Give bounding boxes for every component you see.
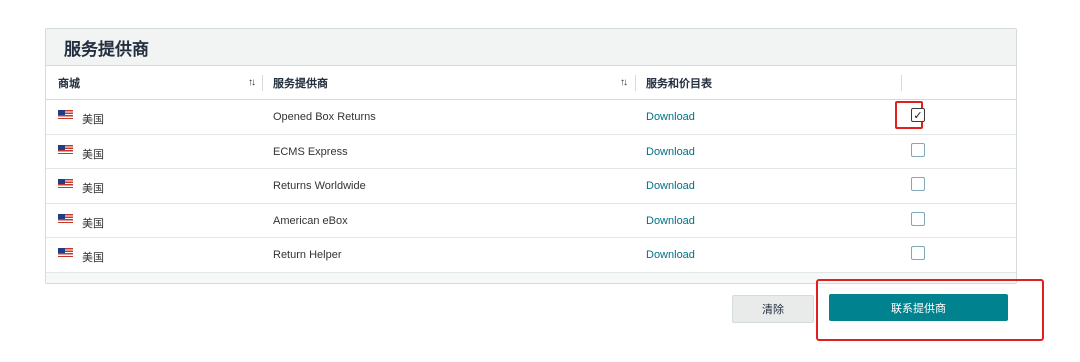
table-row: 美国 Return Helper Download — [46, 238, 1016, 273]
column-header-pricing: 服务和价目表 — [646, 77, 712, 90]
country-cell: 美国 — [82, 217, 104, 230]
column-header-marketplace: 商城 — [58, 77, 80, 90]
download-link[interactable]: Download — [646, 111, 695, 123]
download-link[interactable]: Download — [646, 215, 695, 227]
table-row: 美国 American eBox Download — [46, 204, 1016, 239]
check-mark-icon: ✓ — [913, 109, 923, 122]
table-row: 美国 Returns Worldwide Download — [46, 169, 1016, 204]
us-flag-icon — [58, 248, 73, 258]
country-cell: 美国 — [82, 252, 104, 265]
download-link[interactable]: Download — [646, 249, 695, 261]
table-header: 商城 ↑↓ 服务提供商 ↑↓ 服务和价目表 — [46, 66, 1016, 100]
sort-provider-icon[interactable]: ↑↓ — [620, 77, 628, 88]
provider-cell: American eBox — [273, 214, 348, 227]
download-link[interactable]: Download — [646, 180, 695, 192]
column-divider — [901, 75, 902, 91]
sort-marketplace-icon[interactable]: ↑↓ — [248, 77, 256, 88]
column-divider — [262, 75, 263, 91]
table-row: 美国 Opened Box Returns Download ✓ — [46, 100, 1016, 135]
select-checkbox[interactable] — [911, 142, 925, 157]
panel-title: 服务提供商 — [64, 39, 149, 59]
panel-header: 服务提供商 — [46, 29, 1016, 66]
download-link[interactable]: Download — [646, 146, 695, 158]
country-cell: 美国 — [82, 183, 104, 196]
provider-cell: Opened Box Returns — [273, 111, 376, 123]
select-checkbox[interactable] — [911, 246, 925, 261]
us-flag-icon — [58, 144, 73, 154]
provider-cell: Returns Worldwide — [273, 180, 366, 193]
us-flag-icon — [58, 179, 73, 189]
country-cell: 美国 — [82, 148, 104, 161]
provider-cell: Return Helper — [273, 249, 342, 262]
provider-cell: ECMS Express — [273, 145, 348, 158]
select-checkbox[interactable] — [911, 211, 925, 226]
column-header-provider: 服务提供商 — [273, 77, 328, 90]
us-flag-icon — [58, 213, 73, 223]
us-flag-icon — [58, 110, 73, 119]
select-checkbox[interactable]: ✓ — [911, 108, 925, 122]
column-divider — [635, 75, 636, 91]
table-row: 美国 ECMS Express Download — [46, 135, 1016, 170]
clear-button[interactable]: 清除 — [732, 295, 814, 323]
select-checkbox[interactable] — [911, 177, 925, 192]
country-cell: 美国 — [82, 114, 104, 126]
contact-provider-button[interactable]: 联系提供商 — [829, 294, 1008, 321]
service-provider-panel: 服务提供商 商城 ↑↓ 服务提供商 ↑↓ 服务和价目表 美国 Opened Bo… — [45, 28, 1017, 284]
